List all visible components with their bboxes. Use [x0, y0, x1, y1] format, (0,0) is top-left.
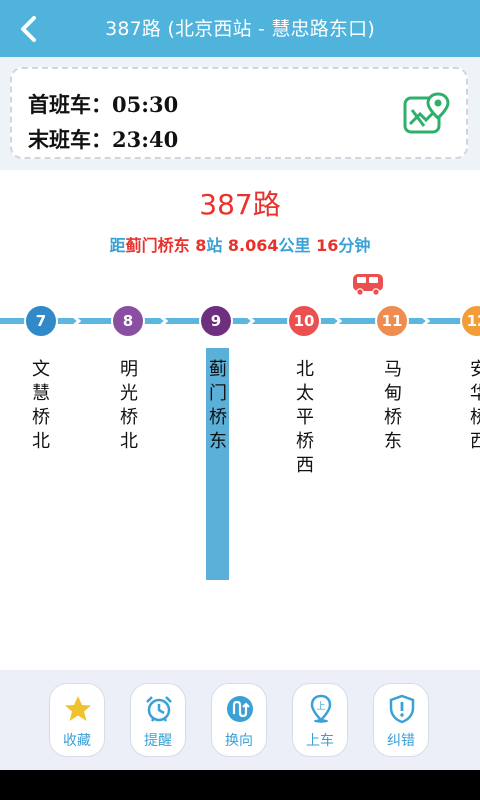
chevron-right-icon: [245, 313, 256, 329]
bottom-toolbar: 收藏 提醒 换向 上 上车 纠错: [0, 670, 480, 770]
star-icon: [65, 696, 91, 721]
switch-direction-icon: [227, 696, 253, 722]
first-bus-time: 首班车：05:30: [28, 92, 179, 117]
stop-circle-current[interactable]: 9: [199, 304, 233, 338]
report-error-label: 纠错: [387, 733, 415, 749]
chevron-right-icon: [158, 313, 169, 329]
favorite-label: 收藏: [63, 733, 91, 749]
stop-circle[interactable]: 10: [287, 304, 321, 338]
board-button[interactable]: 上 上车: [292, 683, 348, 757]
favorite-button[interactable]: 收藏: [49, 683, 105, 757]
alarm-clock-icon: [146, 696, 172, 722]
schedule-area: 首班车：05:30 末班车：23:40: [0, 57, 480, 170]
stop-circle[interactable]: 11: [375, 304, 409, 338]
stop-name[interactable]: 马甸桥东: [381, 358, 405, 454]
schedule-card: 首班车：05:30 末班车：23:40: [10, 67, 468, 159]
system-navigation-bar: [0, 770, 480, 800]
distance-info: 距蓟门桥东 8站 8.064公里 16分钟: [109, 236, 371, 255]
last-bus-time: 末班车：23:40: [28, 127, 179, 152]
chevron-right-icon: [71, 313, 82, 329]
top-bar: 387路 (北京西站 - 慧忠路东口): [0, 0, 480, 57]
stop-name[interactable]: 安华桥西: [467, 358, 480, 454]
map-icon[interactable]: [402, 90, 450, 138]
switch-direction-button[interactable]: 换向: [211, 683, 267, 757]
board-location-icon: 上: [310, 694, 332, 723]
stop-circle[interactable]: 7: [24, 304, 58, 338]
chevron-right-icon: [420, 313, 431, 329]
board-label: 上车: [306, 733, 334, 749]
chevron-right-icon: [332, 313, 343, 329]
route-title: 387路 (北京西站 - 慧忠路东口): [105, 18, 375, 40]
stop-circle[interactable]: 8: [111, 304, 145, 338]
stop-name-current[interactable]: 蓟门桥东: [206, 358, 230, 454]
route-name: 387路: [199, 188, 281, 221]
shield-alert-icon: [389, 694, 415, 724]
bus-icon: [353, 274, 383, 296]
stop-name[interactable]: 北太平桥西: [293, 358, 317, 478]
stop-name[interactable]: 明光桥北: [117, 358, 141, 454]
svg-text:上: 上: [316, 701, 325, 712]
switch-direction-label: 换向: [225, 733, 253, 749]
report-error-button[interactable]: 纠错: [373, 683, 429, 757]
stop-name[interactable]: 文慧桥北: [29, 358, 53, 454]
stop-circle[interactable]: 12: [460, 304, 480, 338]
reminder-button[interactable]: 提醒: [130, 683, 186, 757]
reminder-label: 提醒: [144, 733, 172, 749]
